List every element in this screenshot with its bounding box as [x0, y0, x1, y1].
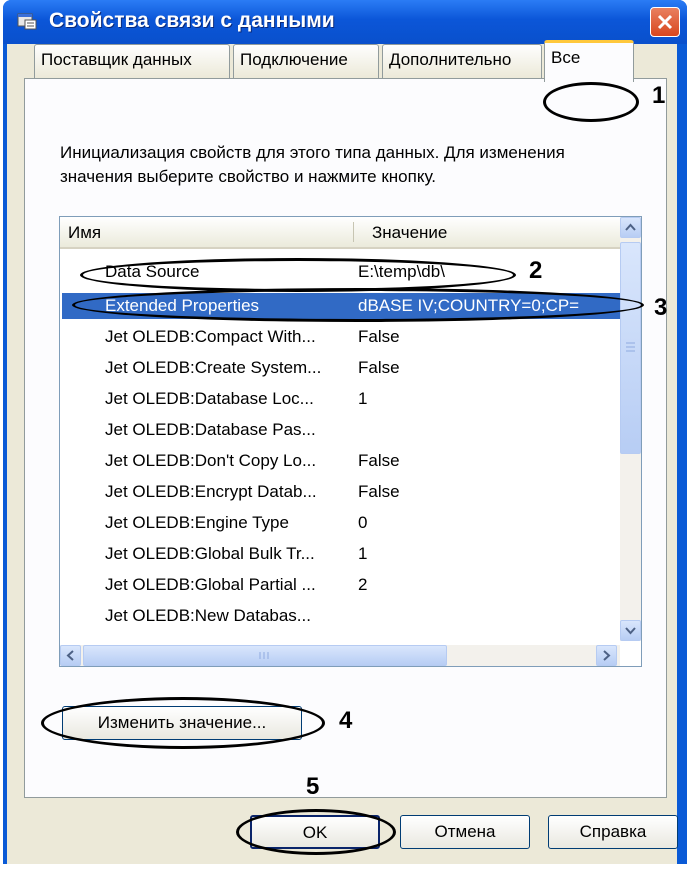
list-row[interactable]: Jet OLEDB:Database Pas...	[62, 417, 620, 443]
row-name: Data Source	[105, 262, 200, 281]
tab-all[interactable]: Все	[544, 40, 634, 82]
column-value-header[interactable]: Значение	[372, 223, 447, 243]
list-row-extended-properties[interactable]: Extended Properties dBASE IV;COUNTRY=0;CP…	[62, 293, 620, 319]
callout-number-3: 3	[654, 294, 668, 321]
callout-number-4: 4	[339, 707, 353, 734]
title-bar: Свойства связи с данными	[3, 0, 687, 44]
list-row[interactable]: Jet OLEDB:Global Bulk Tr... 1	[62, 541, 620, 567]
column-name-header[interactable]: Имя	[68, 223, 101, 243]
row-value: 1	[358, 389, 368, 408]
list-row[interactable]: Jet OLEDB:Create System... False	[62, 355, 620, 381]
row-name: Jet OLEDB:New Databas...	[105, 606, 311, 625]
row-name: Extended Properties	[105, 296, 260, 315]
vertical-scrollbar[interactable]	[620, 217, 641, 641]
chevron-right-icon	[603, 650, 611, 661]
row-name: Jet OLEDB:Database Loc...	[105, 389, 314, 408]
list-row[interactable]: Jet OLEDB:Engine Type 0	[62, 510, 620, 536]
chevron-up-icon	[625, 223, 636, 231]
cancel-button[interactable]: Отмена	[400, 815, 530, 849]
list-row[interactable]: Jet OLEDB:Don't Copy Lo... False	[62, 448, 620, 474]
list-row[interactable]: Jet OLEDB:Database Loc... 1	[62, 386, 620, 412]
vertical-scroll-thumb[interactable]	[620, 242, 641, 454]
row-value: False	[358, 327, 400, 346]
callout-number-1: 1	[652, 82, 666, 109]
scroll-right-button[interactable]	[596, 645, 617, 666]
header-divider	[353, 222, 354, 242]
callout-number-2: 2	[529, 257, 543, 284]
list-header: Имя Значение	[60, 217, 620, 249]
row-name: Jet OLEDB:Global Partial ...	[105, 575, 316, 594]
row-name: Jet OLEDB:Database Pas...	[105, 420, 316, 439]
tab-connection[interactable]: Подключение	[233, 44, 379, 78]
callout-number-5: 5	[306, 773, 320, 800]
scroll-up-button[interactable]	[620, 217, 641, 238]
row-name: Jet OLEDB:Compact With...	[105, 327, 316, 346]
list-row[interactable]: Jet OLEDB:New Databas...	[62, 603, 620, 629]
list-row[interactable]: Jet OLEDB:Compact With... False	[62, 324, 620, 350]
scroll-down-button[interactable]	[620, 620, 641, 641]
tab-provider[interactable]: Поставщик данных	[34, 44, 230, 78]
properties-list[interactable]: Имя Значение Data Source E:\temp\db\ Exte…	[59, 216, 642, 667]
row-value: E:\temp\db\	[358, 262, 445, 281]
row-name: Jet OLEDB:Create System...	[105, 358, 322, 377]
list-row[interactable]: Jet OLEDB:Encrypt Datab... False	[62, 479, 620, 505]
grip-icon	[259, 652, 269, 659]
ok-button[interactable]: OK	[250, 815, 380, 849]
grip-icon	[626, 342, 635, 352]
horizontal-scroll-thumb[interactable]	[83, 645, 447, 666]
chevron-down-icon	[625, 627, 636, 635]
row-value: False	[358, 358, 400, 377]
row-value: 2	[358, 575, 368, 594]
row-name: Jet OLEDB:Engine Type	[105, 513, 289, 532]
scroll-left-button[interactable]	[60, 645, 81, 666]
row-value: False	[358, 451, 400, 470]
horizontal-scrollbar[interactable]	[60, 645, 620, 666]
row-name: Jet OLEDB:Global Bulk Tr...	[105, 544, 315, 563]
chevron-left-icon	[66, 650, 74, 661]
row-value: dBASE IV;COUNTRY=0;CP=	[358, 296, 580, 315]
list-row[interactable]: Jet OLEDB:Global Partial ... 2	[62, 572, 620, 598]
help-button[interactable]: Справка	[548, 815, 678, 849]
description-text: Инициализация свойств для этого типа дан…	[60, 143, 565, 186]
data-link-icon	[17, 13, 37, 30]
row-value: 0	[358, 513, 368, 532]
row-value: False	[358, 482, 400, 501]
window-title: Свойства связи с данными	[49, 9, 335, 32]
close-icon	[657, 14, 673, 30]
row-name: Jet OLEDB:Encrypt Datab...	[105, 482, 317, 501]
tab-advanced[interactable]: Дополнительно	[382, 44, 542, 78]
row-value: 1	[358, 544, 368, 563]
edit-value-button[interactable]: Изменить значение...	[62, 706, 302, 740]
close-button[interactable]	[650, 7, 680, 37]
row-name: Jet OLEDB:Don't Copy Lo...	[105, 451, 317, 470]
